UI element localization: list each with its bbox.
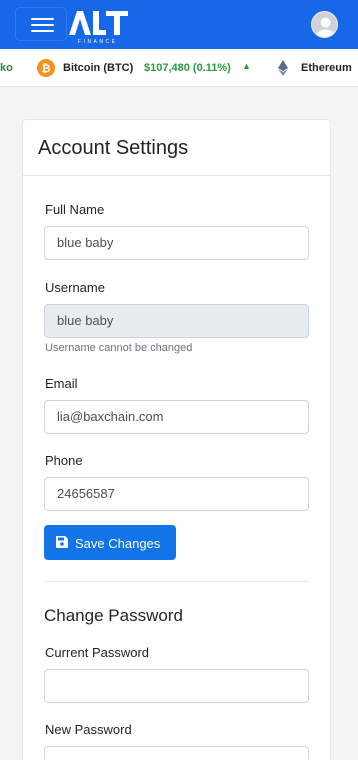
crypto-ticker: ko ₿ Bitcoin (BTC) $107,480 (0.11%) ▲ Et… [0, 49, 358, 87]
phone-field[interactable]: 24656587 [44, 477, 309, 511]
hamburger-icon-line [31, 30, 54, 32]
brand-logo[interactable]: FINANCE [66, 6, 136, 44]
ethereum-icon [278, 60, 288, 76]
current-password-field[interactable] [44, 669, 309, 703]
email-label: Email [45, 376, 78, 391]
floppy-disk-icon [56, 536, 68, 548]
change-password-title: Change Password [44, 606, 183, 625]
current-password-label: Current Password [45, 645, 150, 660]
save-changes-button[interactable]: Save Changes [44, 525, 176, 560]
top-navbar: FINANCE [0, 0, 358, 49]
bitcoin-icon: ₿ [37, 59, 55, 77]
username-hint: Username cannot be changed [45, 342, 193, 354]
card-header: Account Settings [23, 120, 330, 176]
hamburger-icon-line [31, 24, 54, 26]
svg-text:FINANCE: FINANCE [78, 39, 117, 44]
username-label: Username [45, 280, 105, 295]
full-name-label: Full Name [45, 202, 105, 217]
ticker-fragment: ko [0, 62, 13, 74]
hamburger-icon [31, 18, 54, 20]
menu-toggle-button[interactable] [15, 7, 67, 41]
svg-text:₿: ₿ [42, 63, 51, 75]
user-avatar-icon [316, 17, 335, 37]
ticker-item-name: Bitcoin (BTC) [63, 62, 134, 74]
user-avatar[interactable] [311, 11, 338, 38]
section-divider [44, 581, 309, 582]
full-name-field[interactable]: blue baby [44, 226, 309, 260]
phone-label: Phone [45, 453, 83, 468]
new-password-label: New Password [45, 722, 132, 737]
new-password-field[interactable] [44, 746, 309, 760]
triangle-up-icon: ▲ [242, 61, 251, 71]
page-title: Account Settings [38, 137, 189, 159]
ticker-item-price: $107,480 (0.11%) [144, 62, 231, 74]
username-field: blue baby [44, 304, 309, 338]
save-changes-label: Save Changes [75, 536, 161, 551]
account-settings-card: Account Settings Full Name blue baby Use… [22, 119, 331, 760]
email-field[interactable]: lia@baxchain.com [44, 400, 309, 434]
ticker-item-name: Ethereum [301, 62, 352, 74]
